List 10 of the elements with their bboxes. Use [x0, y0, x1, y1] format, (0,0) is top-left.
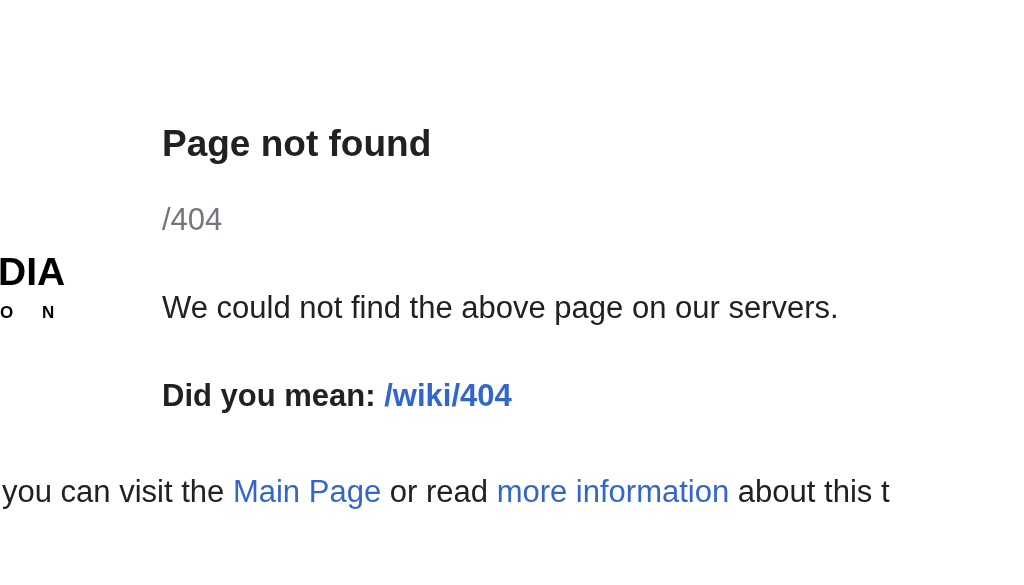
text-link[interactable]: more information: [496, 474, 730, 509]
requested-path: /404: [162, 201, 224, 239]
help-sentence: you can visit the Main Page or read more information about this t: [2, 473, 890, 511]
error-message: We could not find the above page on our servers.: [162, 289, 839, 327]
page-title: Page not found: [162, 122, 433, 166]
text-link[interactable]: Main Page: [232, 474, 382, 509]
logo-subtitle: O N: [0, 303, 67, 323]
suggested-link[interactable]: /wiki/404: [384, 378, 512, 413]
suggestion-text: Did you mean: /wiki/404: [162, 377, 513, 415]
logo-wordmark: DIA: [0, 252, 67, 291]
